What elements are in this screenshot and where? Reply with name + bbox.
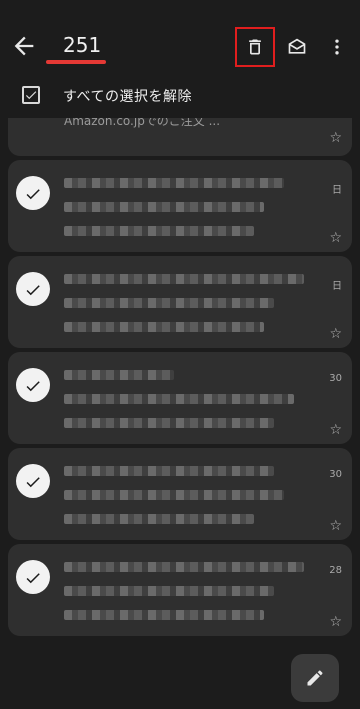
selected-check-icon[interactable]: [16, 464, 50, 498]
star-icon[interactable]: ☆: [329, 614, 342, 630]
subject-redacted: [64, 490, 284, 500]
email-date: 日: [332, 185, 342, 196]
snippet-redacted: [64, 514, 254, 524]
delete-button[interactable]: [235, 27, 275, 67]
star-icon[interactable]: ☆: [329, 422, 342, 438]
email-date: 30: [329, 469, 342, 480]
mail-open-icon: [288, 38, 306, 54]
email-list: Amazon.co.jpでのご注文 ... ☆ 日 ☆ 日 ☆ 30 ☆ 30 …: [0, 88, 360, 678]
selected-check-icon[interactable]: [16, 560, 50, 594]
top-app-bar: 251 すべての選択を解除: [0, 0, 360, 118]
email-card[interactable]: 日 ☆: [8, 256, 352, 348]
mark-read-button[interactable]: [280, 30, 314, 64]
sender-redacted: [64, 370, 174, 380]
subject-redacted: [64, 202, 264, 212]
more-options-button[interactable]: [320, 30, 354, 64]
subject-redacted: [64, 394, 294, 404]
sender-redacted: [64, 562, 304, 572]
subject-redacted: [64, 298, 274, 308]
more-vert-icon: [335, 39, 339, 55]
star-icon[interactable]: ☆: [329, 130, 342, 146]
snippet-redacted: [64, 226, 254, 236]
email-date: 日: [332, 281, 342, 292]
checkbox-icon[interactable]: [22, 86, 40, 104]
email-card[interactable]: 28 ☆: [8, 544, 352, 636]
snippet-redacted: [64, 610, 264, 620]
back-button[interactable]: [10, 32, 38, 60]
email-card[interactable]: 日 ☆: [8, 160, 352, 252]
sender-redacted: [64, 178, 284, 188]
selected-check-icon[interactable]: [16, 176, 50, 210]
sender-redacted: [64, 274, 304, 284]
selected-check-icon[interactable]: [16, 368, 50, 402]
pencil-icon: [307, 670, 323, 686]
selected-check-icon[interactable]: [16, 272, 50, 306]
arrow-back-icon: [14, 36, 34, 56]
select-all-row[interactable]: すべての選択を解除: [0, 80, 360, 114]
subject-redacted: [64, 586, 274, 596]
deselect-all-label: すべての選択を解除: [63, 89, 192, 105]
email-date: 30: [329, 373, 342, 384]
snippet-redacted: [64, 322, 264, 332]
sender-redacted: [64, 466, 274, 476]
snippet-redacted: [64, 418, 274, 428]
count-underline: [46, 60, 106, 64]
email-card[interactable]: 30 ☆: [8, 352, 352, 444]
trash-icon: [249, 39, 261, 55]
email-card[interactable]: 30 ☆: [8, 448, 352, 540]
email-date: 28: [329, 565, 342, 576]
star-icon[interactable]: ☆: [329, 230, 342, 246]
compose-button[interactable]: [291, 654, 339, 702]
star-icon[interactable]: ☆: [329, 518, 342, 534]
selected-count: 251: [63, 33, 102, 57]
star-icon[interactable]: ☆: [329, 326, 342, 342]
